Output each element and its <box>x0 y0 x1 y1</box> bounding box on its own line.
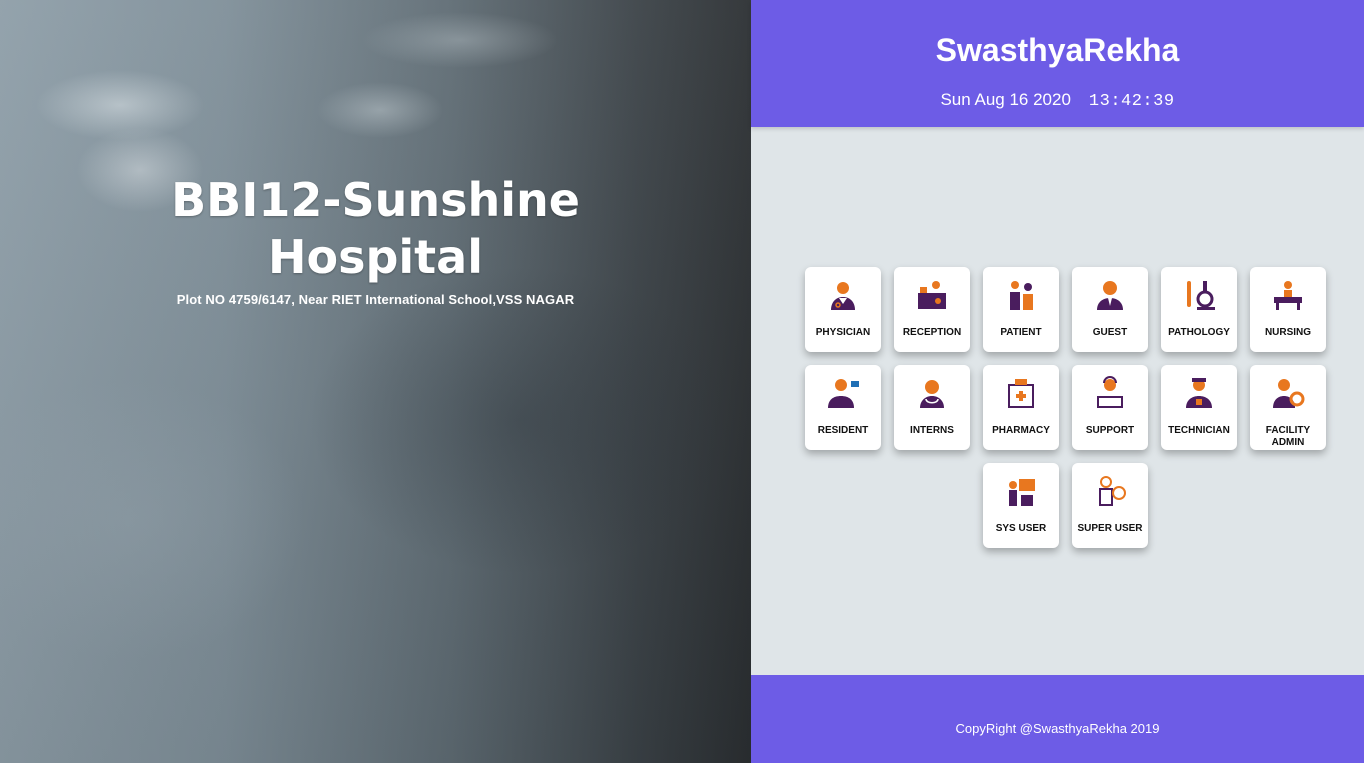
role-tile-reception[interactable]: RECEPTION <box>894 267 970 352</box>
role-label: SUPPORT <box>1085 425 1135 436</box>
resident-icon <box>823 373 863 413</box>
patient-icon <box>1001 275 1041 315</box>
footer: CopyRight @SwasthyaRekha 2019 <box>751 675 1364 763</box>
role-label: PATIENT <box>1000 327 1042 338</box>
current-date: Sun Aug 16 2020 <box>940 90 1071 109</box>
top-bar: SwasthyaRekha Sun Aug 16 2020 13:42:39 <box>751 0 1364 127</box>
role-tile-support[interactable]: SUPPORT <box>1072 365 1148 450</box>
support-icon <box>1090 373 1130 413</box>
role-tile-guest[interactable]: GUEST <box>1072 267 1148 352</box>
datetime: Sun Aug 16 2020 13:42:39 <box>751 90 1364 111</box>
role-tile-sys-user[interactable]: SYS USER <box>983 463 1059 548</box>
role-label: SUPER USER <box>1077 523 1143 534</box>
role-label: RESIDENT <box>817 425 869 436</box>
role-tile-patient[interactable]: PATIENT <box>983 267 1059 352</box>
role-label: PHYSICIAN <box>815 327 871 338</box>
role-tile-nursing[interactable]: NURSING <box>1250 267 1326 352</box>
role-grid: PHYSICIAN RECEPTION PATIENT GUEST PATHOLOGY N… <box>804 267 1327 548</box>
role-label: TECHNICIAN <box>1168 425 1230 436</box>
hospital-address: Plot NO 4759/6147, Near RIET Internation… <box>176 292 575 307</box>
current-time: 13:42:39 <box>1088 92 1175 111</box>
role-label: SYS USER <box>995 523 1047 534</box>
guest-icon <box>1090 275 1130 315</box>
technician-icon <box>1179 373 1219 413</box>
interns-icon <box>912 373 952 413</box>
role-label: NURSING <box>1264 327 1312 338</box>
role-tile-interns[interactable]: INTERNS <box>894 365 970 450</box>
sys-user-icon <box>1001 471 1041 511</box>
role-label: FACILITY ADMIN <box>1265 425 1311 448</box>
role-tile-physician[interactable]: PHYSICIAN <box>805 267 881 352</box>
role-label: PHARMACY <box>992 425 1050 436</box>
role-label: GUEST <box>1092 327 1128 338</box>
reception-icon <box>912 275 952 315</box>
role-tile-pathology[interactable]: PATHOLOGY <box>1161 267 1237 352</box>
facility-admin-icon <box>1268 373 1308 413</box>
hospital-name: BBI12-Sunshine Hospital <box>171 173 580 284</box>
hero-panel: BBI12-Sunshine Hospital Plot NO 4759/614… <box>0 0 751 763</box>
hospital-info: BBI12-Sunshine Hospital Plot NO 4759/614… <box>0 172 751 307</box>
role-tile-technician[interactable]: TECHNICIAN <box>1161 365 1237 450</box>
nursing-icon <box>1268 275 1308 315</box>
role-tile-facility-admin[interactable]: FACILITY ADMIN <box>1250 365 1326 450</box>
role-label: PATHOLOGY <box>1168 327 1230 338</box>
copyright-text: CopyRight @SwasthyaRekha 2019 <box>955 721 1160 736</box>
pharmacy-icon <box>1001 373 1041 413</box>
physician-icon <box>823 275 863 315</box>
login-panel: SwasthyaRekha Sun Aug 16 2020 13:42:39 PH… <box>751 0 1364 763</box>
role-label: RECEPTION <box>902 327 962 338</box>
pathology-icon <box>1179 275 1219 315</box>
role-label: INTERNS <box>910 425 954 436</box>
role-tile-resident[interactable]: RESIDENT <box>805 365 881 450</box>
role-tile-super-user[interactable]: SUPER USER <box>1072 463 1148 548</box>
super-user-icon <box>1090 471 1130 511</box>
role-tile-pharmacy[interactable]: PHARMACY <box>983 365 1059 450</box>
brand-title: SwasthyaRekha <box>935 32 1180 68</box>
